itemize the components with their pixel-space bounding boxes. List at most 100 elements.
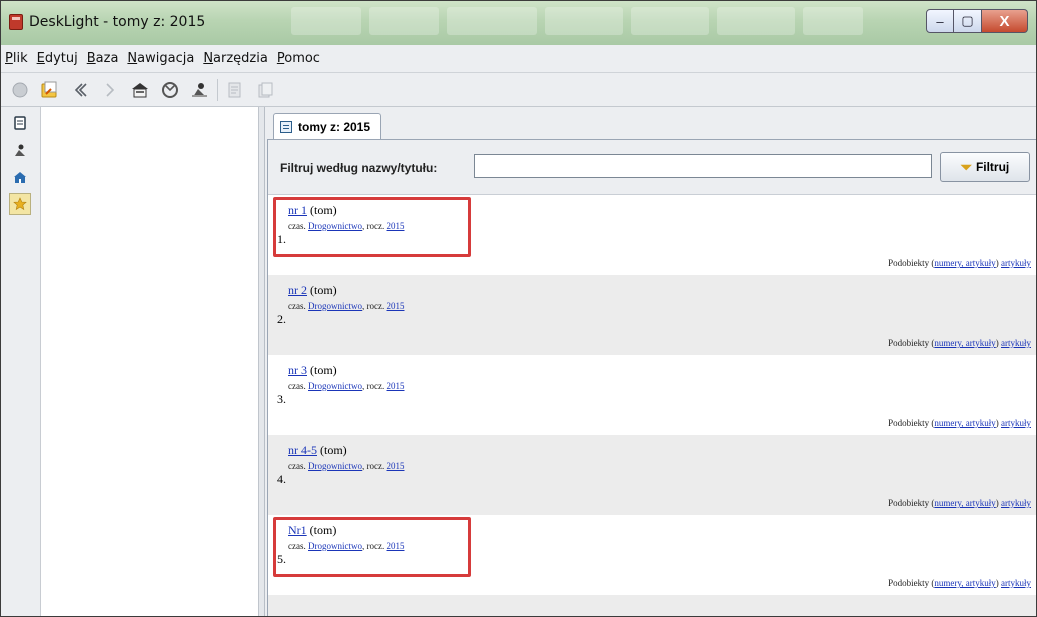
search-person-icon [192,82,207,97]
background-tab-ghost [631,7,709,35]
menu-plik[interactable]: Plik [5,51,28,66]
close-button[interactable]: X [982,9,1028,33]
menu-pomoc[interactable]: Pomoc [277,51,320,66]
year-link[interactable]: 2015 [387,381,405,391]
back-button[interactable] [67,77,93,103]
open-button[interactable] [37,77,63,103]
refresh-icon [162,81,178,98]
search-person-button[interactable] [187,77,213,103]
menu-baza[interactable]: Baza [87,51,119,66]
home-button[interactable] [127,77,153,103]
subobjects-numbers-link[interactable]: numery, artykuły [934,338,995,348]
person-icon [15,144,25,156]
journal-link[interactable]: Drogownictwo [308,301,362,311]
subobjects-articles-link[interactable]: artykuły [1001,418,1031,428]
favorites-view-button[interactable] [9,193,31,215]
background-tab-ghost [717,7,795,35]
list-item: Nr1 (tom) czas. Drogownictwo, rocz. 2015… [268,515,1036,595]
subobjects-articles-link[interactable]: artykuły [1001,338,1031,348]
filter-button[interactable]: ⏷ Filtruj [940,152,1030,182]
menu-label: lik [12,51,28,66]
subobjects-prefix: Podobiekty ( [888,418,935,428]
journal-link[interactable]: Drogownictwo [308,381,362,391]
menu-label: arzędzia [213,51,268,66]
journal-link[interactable]: Drogownictwo [308,461,362,471]
copy-button[interactable] [252,77,278,103]
tab-panel: Filtruj według nazwy/tytułu: ⏷ Filtruj n… [267,139,1036,616]
background-tab-ghost [369,7,439,35]
filter-input[interactable] [474,154,932,178]
background-tab-ghost [545,7,623,35]
meta-prefix: czas. [288,381,306,391]
star-icon [13,197,27,211]
subobjects-prefix: Podobiekty ( [888,498,935,508]
left-side-toolbar [1,107,41,616]
menu-nawigacja[interactable]: Nawigacja [127,51,194,66]
volume-link[interactable]: nr 3 [288,363,307,377]
edit-button[interactable] [222,77,248,103]
open-icon [41,81,57,97]
forward-button[interactable] [97,77,123,103]
item-type: (tom) [310,283,337,297]
menu-accel: P [5,51,13,66]
main-content-area: tomy z: 2015 Filtruj według nazwy/tytułu… [265,107,1036,616]
subobjects: Podobiekty (numery, artykuły) artykuły [888,258,1031,268]
minimize-button[interactable]: – [926,9,954,33]
volume-link[interactable]: nr 2 [288,283,307,297]
menu-narzedzia[interactable]: Narzędzia [203,51,268,66]
subobjects-numbers-link[interactable]: numery, artykuły [934,578,995,588]
app-window: DeskLight - tomy z: 2015 – ▢ X Plik Edyt… [0,0,1037,617]
volumes-view-button[interactable] [9,112,31,134]
window-title: DeskLight - tomy z: 2015 [29,14,206,30]
background-tab-ghost [447,7,537,35]
subobjects: Podobiekty (numery, artykuły) artykuły [888,338,1031,348]
item-meta: czas. Drogownictwo, rocz. 2015 [288,381,405,391]
item-index: 4. [277,472,286,486]
person-view-button[interactable] [9,139,31,161]
refresh-button[interactable] [157,77,183,103]
menu-edytuj[interactable]: Edytuj [37,51,78,66]
meta-mid: , rocz. [362,301,385,311]
subobjects-numbers-link[interactable]: numery, artykuły [934,418,995,428]
year-link[interactable]: 2015 [387,301,405,311]
list-item [268,595,1036,616]
stop-button[interactable] [7,77,33,103]
item-type: (tom) [310,363,337,377]
year-link[interactable]: 2015 [387,461,405,471]
list-item: nr 1 (tom) czas. Drogownictwo, rocz. 201… [268,195,1036,275]
book-icon [280,120,292,133]
subobjects-numbers-link[interactable]: numery, artykuły [934,498,995,508]
subobjects-articles-link[interactable]: artykuły [1001,498,1031,508]
subobjects: Podobiekty (numery, artykuły) artykuły [888,418,1031,428]
toolbar-separator [217,78,218,101]
tab-label: tomy z: 2015 [298,119,371,134]
back-icon [74,82,87,97]
volume-list: nr 1 (tom) czas. Drogownictwo, rocz. 201… [268,195,1036,616]
toolbar [1,73,1036,107]
filter-button-label: Filtruj [975,160,1010,174]
subobjects: Podobiekty (numery, artykuły) artykuły [888,578,1031,588]
subobjects-articles-link[interactable]: artykuły [1001,578,1031,588]
subobjects-articles-link[interactable]: artykuły [1001,258,1031,268]
copy-icon [258,82,273,97]
menu-label: awigacja [137,51,195,66]
subobjects: Podobiekty (numery, artykuły) artykuły [888,498,1031,508]
item-type: (tom) [320,443,347,457]
background-tab-ghost [291,7,361,35]
meta-prefix: czas. [288,301,306,311]
navigation-tree-panel[interactable] [41,107,259,616]
title-bar[interactable]: DeskLight - tomy z: 2015 – ▢ X [1,1,1036,45]
subobjects-numbers-link[interactable]: numery, artykuły [934,258,995,268]
window-controls: – ▢ X [926,9,1028,33]
highlight-box [273,197,471,257]
volume-link[interactable]: nr 4-5 [288,443,317,457]
tab-volumes[interactable]: tomy z: 2015 [273,113,382,139]
building-icon [14,172,26,183]
institution-view-button[interactable] [9,166,31,188]
list-item: nr 4-5 (tom) czas. Drogownictwo, rocz. 2… [268,435,1036,515]
forward-icon [106,82,115,97]
menu-label: omoc [284,51,320,66]
menu-bar: Plik Edytuj Baza Nawigacja Narzędzia Pom… [1,45,1036,73]
maximize-button[interactable]: ▢ [954,9,982,33]
meta-mid: , rocz. [362,461,385,471]
